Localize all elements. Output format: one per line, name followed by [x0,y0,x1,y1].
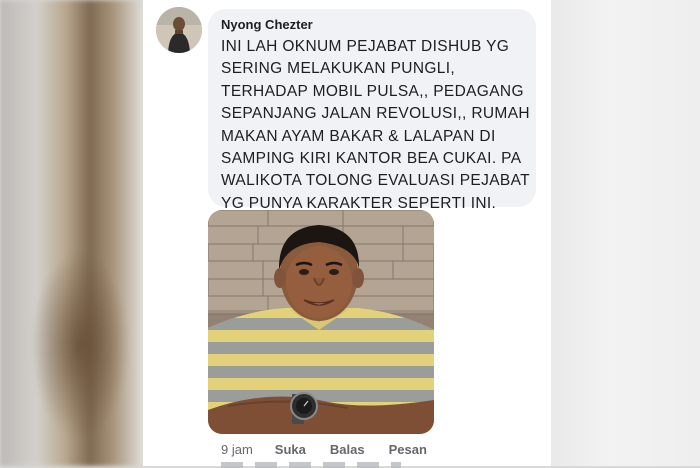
comment-bubble: Nyong Chezter INI LAH OKNUM PEJABAT DISH… [208,9,536,212]
avatar[interactable] [156,7,202,53]
blurred-figure [30,250,130,440]
comment-author[interactable]: Nyong Chezter [221,17,313,32]
attached-photo[interactable] [208,210,434,434]
avatar-image [156,7,202,53]
comment-text: INI LAH OKNUM PEJABAT DISHUB YG SERING M… [221,38,530,212]
blurred-background-left [0,0,145,466]
comment-timestamp[interactable]: 9 jam [221,442,253,457]
photo-image [208,210,434,434]
message-button[interactable]: Pesan [389,442,427,457]
reply-button[interactable]: Balas [330,442,365,457]
next-item-peek [221,462,401,468]
comment-actions: 9 jam Suka Balas Pesan [221,442,451,457]
comment-card: Nyong Chezter INI LAH OKNUM PEJABAT DISH… [143,0,551,468]
blurred-background-right [550,0,700,466]
like-button[interactable]: Suka [275,442,306,457]
